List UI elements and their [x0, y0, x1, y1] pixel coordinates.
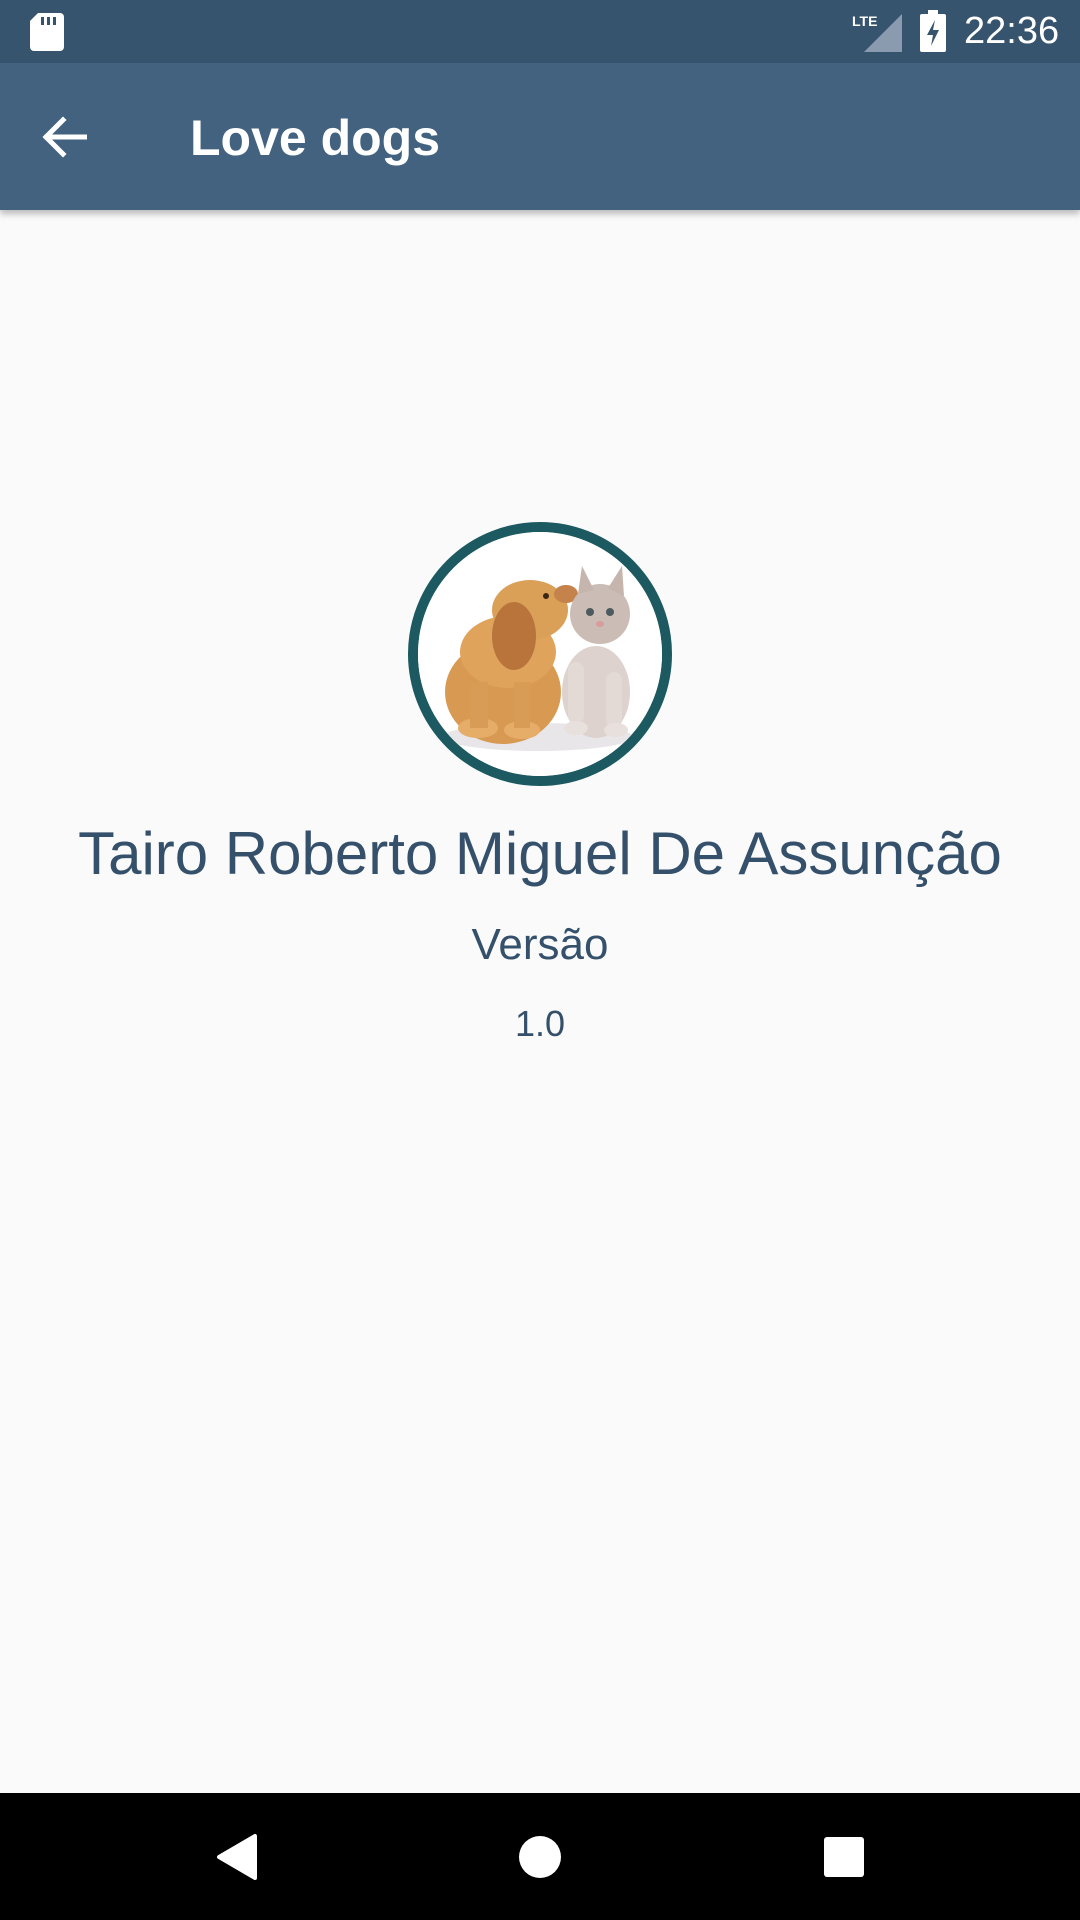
- app-avatar: [408, 522, 672, 786]
- sd-card-icon: [30, 13, 64, 51]
- back-triangle-icon: [217, 1834, 257, 1880]
- home-circle-icon: [519, 1836, 561, 1878]
- battery-charging-icon: [920, 10, 946, 52]
- status-bar: LTE 22:36: [0, 0, 1080, 63]
- version-value: 1.0: [514, 1003, 566, 1044]
- author-name: Tairo Roberto Miguel De Assunção: [78, 820, 1002, 887]
- lte-signal-icon: LTE: [852, 13, 902, 52]
- nav-home-button[interactable]: [503, 1820, 577, 1894]
- network-type-label: LTE: [852, 13, 877, 29]
- app-bar: Love dogs: [0, 63, 1080, 210]
- arrow-back-icon: [42, 116, 87, 158]
- nav-recents-button[interactable]: [807, 1820, 881, 1894]
- back-button[interactable]: [30, 103, 98, 171]
- status-clock: 22:36: [964, 10, 1060, 52]
- puppy-and-kitten-photo: [418, 532, 662, 776]
- nav-back-button[interactable]: [200, 1820, 274, 1894]
- recents-square-icon: [824, 1837, 864, 1877]
- page-title: Love dogs: [190, 110, 441, 166]
- version-label: Versão: [471, 920, 609, 969]
- navigation-bar: [0, 1793, 1080, 1920]
- about-screen: Tairo Roberto Miguel De Assunção Versão …: [0, 210, 1080, 1793]
